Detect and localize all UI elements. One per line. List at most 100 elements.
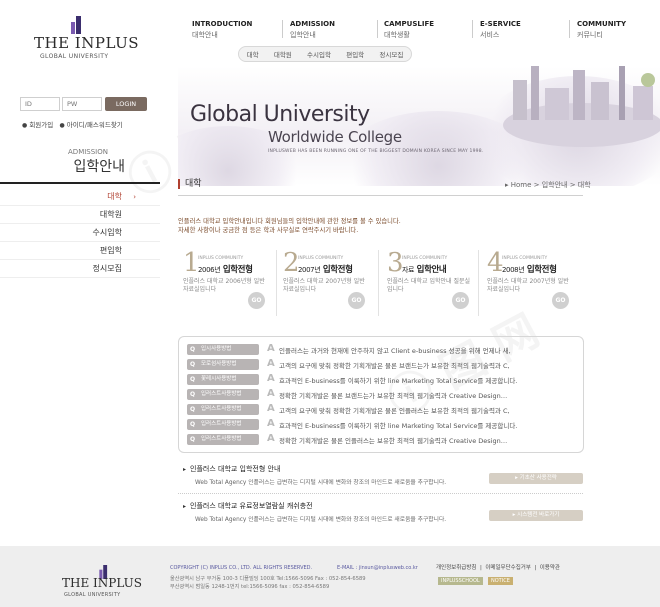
footer-logo-sub: GLOBAL UNIVERSITY: [64, 592, 121, 598]
step-title-text: 입학안내: [416, 265, 447, 275]
notice-title[interactable]: 인플러스 대학교 유료정보열람실 캐쉬충전: [183, 501, 313, 511]
banner-tagline: INPLUSWEB HAS BEEN RUNNING ONE OF THE BI…: [268, 149, 484, 154]
go-button[interactable]: GO: [552, 292, 569, 309]
faq-answer-mark: A: [267, 433, 275, 444]
divider: [378, 250, 379, 316]
faq-question: 입러스트사용방법: [187, 389, 259, 400]
faq-answer: 인플러스는 과거와 현재에 안주하지 않고 Client e-business …: [279, 347, 511, 355]
password-input[interactable]: [62, 97, 102, 111]
faq-question: 모로섬사용방법: [187, 359, 259, 370]
hero-banner: Global University Worldwide College INPL…: [178, 66, 660, 186]
faq-row[interactable]: 입시사용방법 A 인플러스는 과거와 현재에 안주하지 않고 Client e-…: [187, 343, 579, 357]
gnb-en: E-SERVICE: [480, 20, 521, 28]
notice-badge[interactable]: NOTICE: [488, 577, 513, 585]
divider: [282, 20, 283, 38]
step-year: 2006년: [198, 266, 221, 274]
step-card: 1 INPLUS COMMUNITY 2006년 입학전형 인플러스 대학교 2…: [178, 248, 275, 318]
subnav-item[interactable]: 대학: [247, 49, 259, 59]
faq-row[interactable]: 입러스트사용방법 A 고객의 요구에 맞춰 정확한 기획개발은 물론 인플러스는…: [187, 403, 579, 417]
step-year: 2008년: [502, 266, 525, 274]
step-year: 2007년: [298, 266, 321, 274]
arrow-icon: ●: [59, 122, 65, 129]
step-community: INPLUS COMMUNITY: [502, 256, 548, 261]
side-item-graduate[interactable]: 대학원: [0, 206, 160, 224]
gnb-admission[interactable]: ADMISSION 입학안내: [290, 20, 335, 40]
step-card: 2 INPLUS COMMUNITY 2007년 입학전형 인플러스 대학교 2…: [278, 248, 375, 318]
step-title: 2008년 입학전형: [502, 263, 557, 275]
faq-row[interactable]: 모로섬사용방법 A 고객의 요구에 맞춰 정확한 기획개발은 물론 브랜드는가 …: [187, 358, 579, 372]
faq-question: 입러스트사용방법: [187, 419, 259, 430]
gnb-introduction[interactable]: INTRODUCTION 대학안내: [192, 20, 252, 40]
faq-question: 꽃레시사용방법: [187, 374, 259, 385]
subnav-item[interactable]: 수시입학: [307, 49, 331, 59]
faq-answer: 고객의 요구에 맞춰 정확한 기획개발은 물론 브랜드는가 보유한 최적의 웹기…: [279, 362, 510, 370]
side-item-label: 대학: [107, 192, 122, 201]
faq-answer-mark: A: [267, 358, 275, 369]
divider: [478, 250, 479, 316]
go-button[interactable]: GO: [452, 292, 469, 309]
faq-question: 입러스트사용방법: [187, 404, 259, 415]
notice-button[interactable]: ▸ 기초산 사용전략: [489, 473, 583, 484]
footer-links: 개인정보취급방침 | 이메일무단수집거부 | 이용약관: [436, 565, 560, 571]
inplusschool-badge[interactable]: INPLUSSCHOOL: [438, 577, 483, 585]
intro-line: 인플러스 대학교 입학안내입니다 회원님들의 입학안내에 관한 정보를 볼 수 …: [178, 218, 401, 225]
notice-button[interactable]: ▸ 시스템전 바로가기: [489, 510, 583, 521]
divider: [0, 182, 160, 184]
page-title: 대학: [178, 179, 202, 189]
privacy-link[interactable]: 개인정보취급방침: [436, 565, 476, 571]
gnb-ko: 대학안내: [192, 31, 218, 39]
address-line: 부산광역시 범일동 1248-1번지 tel:1566-5096 fax : 0…: [170, 584, 330, 590]
side-item-label: 수시입학: [92, 228, 122, 237]
faq-row[interactable]: 꽃레시사용방법 A 효과적인 E-business를 이룩하기 위한 line …: [187, 373, 579, 387]
terms-link[interactable]: 이용약관: [540, 565, 560, 571]
footer-address: 울산광역시 남구 무거동 100-3 디플빌딩 100호 Tel:1566-50…: [170, 575, 366, 591]
step-card: 3 INPLUS COMMUNITY 자료 입학안내 인플러스 대학교 입학안내…: [382, 248, 479, 318]
email-policy-link[interactable]: 이메일무단수집거부: [485, 565, 531, 571]
side-item-early-admission[interactable]: 수시입학: [0, 224, 160, 242]
faq-answer-mark: A: [267, 388, 275, 399]
notice-desc: Web Total Agency 인플러스는 급변하는 디지털 시대에 변화와 …: [195, 480, 447, 486]
side-item-transfer[interactable]: 편입학: [0, 242, 160, 260]
login-button[interactable]: LOGIN: [105, 97, 147, 111]
divider: [178, 493, 583, 494]
go-button[interactable]: GO: [348, 292, 365, 309]
gnb-en: ADMISSION: [290, 20, 335, 28]
gnb-campuslife[interactable]: CAMPUSLIFE 대학생활: [384, 20, 434, 40]
faq-row[interactable]: 입러스트사용방법 A 정확한 기획개발은 물론 브랜드는가 보유한 최적의 웹기…: [187, 388, 579, 402]
gnb-en: INTRODUCTION: [192, 20, 253, 28]
side-item-university[interactable]: 대학 ›: [0, 188, 160, 206]
subnav-item[interactable]: 대학원: [274, 49, 292, 59]
side-item-label: 정시모집: [92, 264, 122, 273]
faq-row[interactable]: 입러스트사용방법 A 정확한 기획개발은 물론 인플러스는 보유한 최적의 웹기…: [187, 433, 579, 447]
gnb-en: CAMPUSLIFE: [384, 20, 435, 28]
faq-answer-mark: A: [267, 343, 275, 354]
side-title-en: ADMISSION: [68, 148, 108, 156]
go-button[interactable]: GO: [248, 292, 265, 309]
divider: [178, 195, 583, 196]
subnav-item[interactable]: 편입학: [346, 49, 364, 59]
banner-title: Global University: [190, 102, 370, 127]
banner-subtitle: Worldwide College: [268, 128, 402, 146]
step-year: 자료: [402, 266, 415, 274]
notice-title[interactable]: 인플러스 대학교 입학전형 안내: [183, 464, 280, 474]
subnav-item[interactable]: 정시모집: [379, 49, 403, 59]
join-link[interactable]: 회원가입: [29, 121, 53, 129]
divider: [569, 20, 570, 38]
id-input[interactable]: [20, 97, 60, 111]
step-community: INPLUS COMMUNITY: [198, 256, 244, 261]
gnb-community[interactable]: COMMUNITY 커뮤니티: [577, 20, 626, 40]
breadcrumb: ▸ Home > 입학안내 > 대학: [505, 181, 591, 189]
step-title: 2007년 입학전형: [298, 263, 353, 275]
gnb-ko: 서비스: [480, 31, 500, 39]
arrow-icon: ●: [22, 122, 28, 129]
footer-logo-name: THE INPLUS: [62, 576, 143, 590]
divider: [377, 20, 378, 38]
side-title-ko: 입학안내: [73, 159, 125, 175]
gnb-eservice[interactable]: E-SERVICE 서비스: [480, 20, 521, 40]
faq-answer-mark: A: [267, 403, 275, 414]
faq-answer-mark: A: [267, 373, 275, 384]
faq-row[interactable]: 입러스트사용방법 A 효과적인 E-business를 이룩하기 위한 line…: [187, 418, 579, 432]
step-community: INPLUS COMMUNITY: [298, 256, 344, 261]
side-item-regular[interactable]: 정시모집: [0, 260, 160, 278]
find-account-link[interactable]: 아이디/패스워드찾기: [67, 121, 123, 129]
